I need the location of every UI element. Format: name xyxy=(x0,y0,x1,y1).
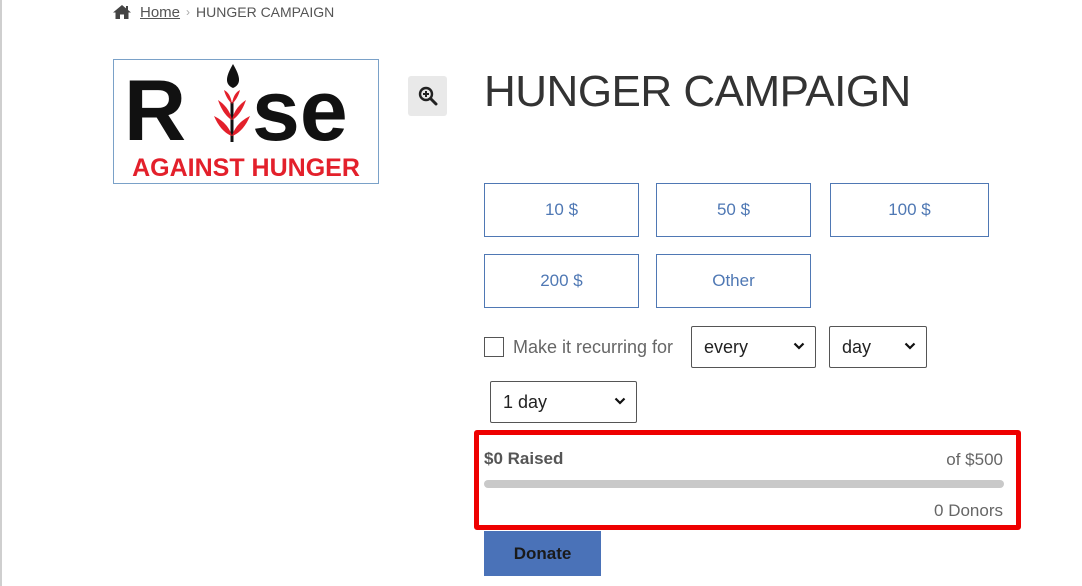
chevron-down-icon xyxy=(614,397,626,405)
amount-button-other[interactable]: Other xyxy=(656,254,811,308)
amount-button-10[interactable]: 10 $ xyxy=(484,183,639,237)
donor-count: 0 Donors xyxy=(934,501,1003,520)
left-frame-border xyxy=(0,0,2,586)
amount-button-200[interactable]: 200 $ xyxy=(484,254,639,308)
frequency-select-value: every xyxy=(704,336,749,357)
rise-against-hunger-logo: R se AGAINST HUNGER xyxy=(124,63,360,182)
zoom-button[interactable] xyxy=(408,76,447,116)
zoom-in-icon xyxy=(418,86,437,106)
page-title: HUNGER CAMPAIGN xyxy=(484,67,911,116)
goal-amount: of $500 xyxy=(946,450,1003,469)
chevron-down-icon xyxy=(793,342,805,350)
chevron-down-icon xyxy=(904,342,916,350)
frequency-select[interactable]: every xyxy=(691,326,816,368)
progress-bar xyxy=(484,480,1004,488)
logo-letters-se: se xyxy=(252,63,348,159)
duration-select-value: 1 day xyxy=(503,391,548,412)
unit-select-value: day xyxy=(842,336,872,357)
amount-button-100[interactable]: 100 $ xyxy=(830,183,989,237)
logo-subtitle: AGAINST HUNGER xyxy=(132,154,360,182)
donate-button[interactable]: Donate xyxy=(484,531,601,576)
amount-button-50[interactable]: 50 $ xyxy=(656,183,811,237)
breadcrumb-current: HUNGER CAMPAIGN xyxy=(196,4,335,20)
product-image[interactable]: R se AGAINST HUNGER xyxy=(113,59,379,184)
recurring-checkbox[interactable] xyxy=(484,337,504,357)
breadcrumb-separator: › xyxy=(186,5,191,19)
amount-raised: $0 Raised xyxy=(484,449,564,468)
recurring-label: Make it recurring for xyxy=(513,336,674,357)
duration-select[interactable]: 1 day xyxy=(490,381,637,423)
wheat-drop-icon xyxy=(214,64,250,142)
unit-select[interactable]: day xyxy=(829,326,927,368)
logo-letter-r: R xyxy=(124,63,186,159)
recurring-row: Make it recurring for xyxy=(484,326,682,368)
breadcrumb-home-link[interactable]: Home xyxy=(140,4,180,21)
breadcrumb: Home › HUNGER CAMPAIGN xyxy=(112,2,334,22)
home-icon xyxy=(112,4,132,20)
